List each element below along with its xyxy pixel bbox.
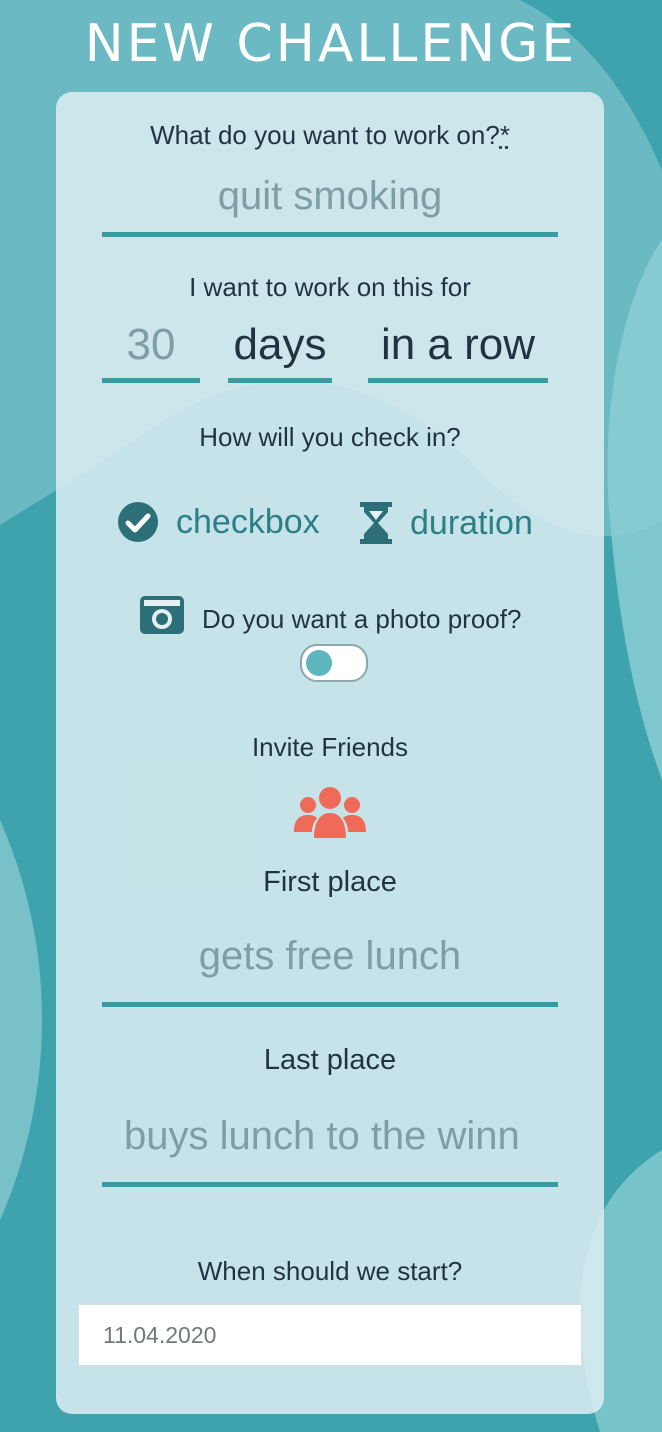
check-circle-icon: [118, 502, 158, 542]
work-on-label: What do you want to work on?*: [150, 120, 510, 150]
camera-icon: [140, 596, 184, 634]
start-date-field[interactable]: 11.04.2020: [78, 1304, 582, 1366]
first-place-input[interactable]: gets free lunch: [102, 934, 558, 1007]
checkin-option-label: checkbox: [176, 502, 320, 541]
required-mark: *: [499, 120, 510, 150]
duration-unit-select[interactable]: days: [228, 320, 332, 383]
photo-proof-toggle[interactable]: [300, 644, 368, 682]
hourglass-icon: [360, 502, 392, 544]
group-users-icon[interactable]: [294, 786, 366, 838]
duration-days-input[interactable]: 30: [102, 320, 200, 383]
photo-proof-label: Do you want a photo proof?: [202, 604, 522, 634]
toggle-knob: [306, 650, 332, 676]
last-place-label: Last place: [263, 1044, 397, 1076]
work-on-input[interactable]: quit smoking: [102, 174, 558, 237]
last-place-input[interactable]: buys lunch to the winn: [102, 1114, 558, 1187]
invite-friends-label: Invite Friends: [251, 732, 409, 762]
page-title: NEW CHALLENGE: [84, 14, 578, 74]
checkin-option-checkbox[interactable]: checkbox: [118, 502, 320, 542]
checkin-label: How will you check in?: [199, 422, 461, 452]
duration-mode-select[interactable]: in a row: [368, 320, 548, 383]
checkin-option-label: duration: [410, 503, 533, 542]
duration-label: I want to work on this for: [189, 272, 471, 302]
challenge-form-card: What do you want to work on?* quit smoki…: [56, 92, 604, 1414]
start-date-label: When should we start?: [197, 1256, 463, 1286]
checkin-option-duration[interactable]: duration: [360, 502, 533, 544]
first-place-label: First place: [263, 866, 397, 898]
